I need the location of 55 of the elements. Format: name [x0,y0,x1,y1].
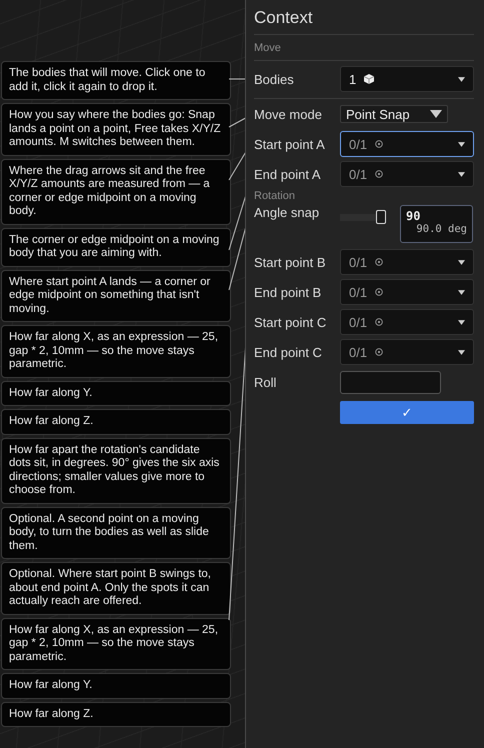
caret-icon [458,142,465,146]
caret-icon [458,260,465,264]
target-icon [375,258,384,266]
tooltip: Where the drag arrows sit and the free X/Y/Z amounts are measured from — a corner or edge midpoint on a moving body. [1,158,231,224]
field-label: Bodies [254,72,295,86]
target-icon [375,170,384,178]
slider-thumb[interactable] [376,210,386,224]
field-label: Start point B [254,254,327,270]
tooltip: Where start point A lands — a corner or edge midpoint on something that isn't moving. [1,270,231,322]
target-icon [375,140,384,148]
confirm-button[interactable]: ✓ [340,400,474,424]
field-label: End point A [254,166,322,182]
tooltip: How far along Y. [1,673,231,698]
point-select[interactable]: 0/1 [340,339,474,365]
tooltip: Optional. Where start point B swings to, about end point A. Only the spots it can actually reach are offered. [1,562,231,614]
target-icon [375,288,384,296]
caret-icon [458,172,465,176]
field-label: Roll [254,374,278,390]
cube-icon [364,74,374,84]
tooltip: How far along X, as an expression — 25, gap * 2, 10mm — so the move stays parametric. [1,325,231,378]
tooltip: How far along X, as an expression — 25, gap * 2, 10mm — so the move stays parametric. [1,618,231,670]
field-label: Start point C [254,314,328,330]
point-select[interactable]: 0/1 [340,131,474,157]
caret-icon [458,290,465,294]
panel-title: Context [254,0,474,35]
tooltip: The corner or edge midpoint on a moving body that you are aiming with. [1,228,231,266]
target-icon [375,318,384,326]
point-select[interactable]: 0/1 [340,309,474,335]
point-select[interactable]: 0/1 [340,161,474,187]
section-heading: Move [254,35,474,61]
field-label: Start point A [254,136,326,152]
caret-icon [458,320,465,324]
tooltip: How far along Y. [1,380,231,406]
mode-dropdown[interactable]: Point Snap [340,105,448,123]
tooltip: How far apart the rotation's candidate dots sit, in degrees. 90° gives the six axis directions; smaller values give more to choose from. [1,438,231,504]
point-select[interactable]: 0/1 [340,279,474,305]
caret-icon [458,76,465,82]
field-label: End point C [254,344,323,360]
tooltip: Optional. A second point on a moving body, to turn the bodies as well as slide them. [1,506,231,559]
point-select[interactable]: 0/1 [340,249,474,275]
field-label: Move mode [254,106,323,122]
tooltip: How far along Z. [1,409,231,434]
caret-icon [458,350,465,354]
number-field[interactable]: 90 90.0 deg [400,205,473,243]
section-heading: Rotation [254,190,295,202]
caret-icon [430,110,442,118]
tooltip: The bodies that will move. Click one to add it, click it again to drop it. [1,61,231,100]
field-label: End point B [254,284,322,300]
tooltip: How far along Z. [1,702,231,727]
field-label: Angle snap [254,205,320,220]
input-field[interactable] [340,370,441,394]
tooltip: How you say where the bodies go: Snap lands a point on a point, Free takes X/Y/Z amounts. M switches between them. [1,103,231,156]
body-select[interactable]: 1 [340,66,474,92]
slider-track[interactable] [340,210,386,224]
target-icon [375,348,384,356]
